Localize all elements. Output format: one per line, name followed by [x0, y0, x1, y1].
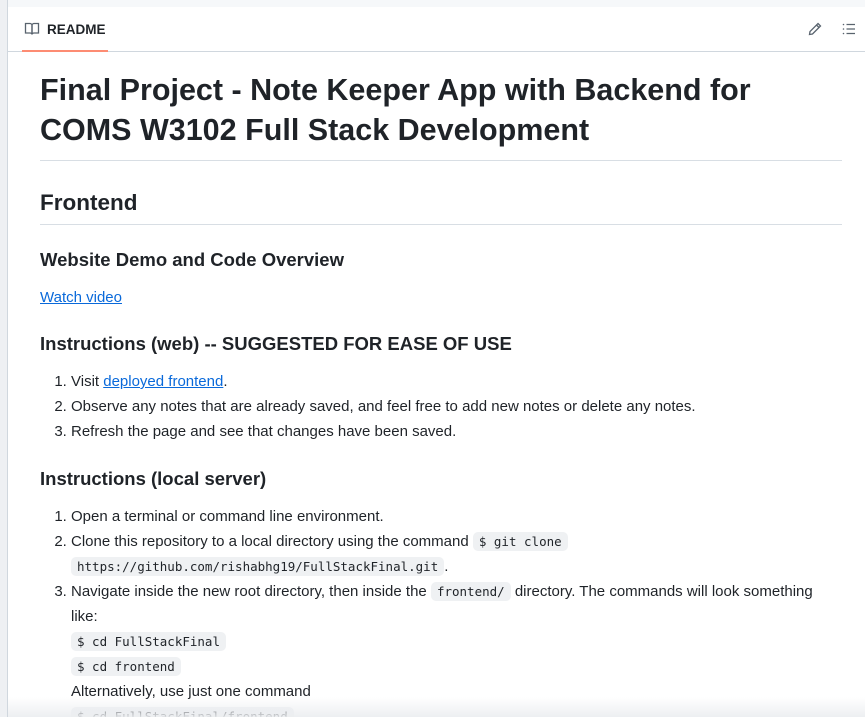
list-item: Navigate inside the new root directory, …	[71, 579, 842, 717]
left-gutter	[0, 0, 8, 717]
watch-video-paragraph: Watch video	[40, 287, 842, 309]
list-item: Open a terminal or command line environm…	[71, 504, 842, 529]
top-strip	[8, 0, 865, 7]
local-instructions-heading: Instructions (local server)	[40, 468, 267, 489]
frontend-heading: Frontend	[40, 188, 842, 225]
step-text: .	[223, 373, 228, 390]
inline-code: https://github.com/rishabhg19/FullStackF…	[71, 557, 445, 576]
step-text: .	[444, 558, 449, 575]
readme-viewer: README Final Project - Note Keeper App w…	[0, 0, 865, 717]
inline-code: frontend/	[430, 582, 511, 601]
local-steps-list: Open a terminal or command line environm…	[40, 504, 842, 717]
readme-tab-label: README	[47, 21, 106, 37]
inline-code: $ cd frontend	[71, 657, 181, 676]
step-text: Navigate inside the new root directory, …	[71, 583, 431, 600]
readme-tab[interactable]: README	[22, 7, 108, 52]
list-item: Refresh the page and see that changes ha…	[71, 419, 842, 444]
list-item: Observe any notes that are already saved…	[71, 394, 842, 419]
header-actions	[807, 7, 865, 51]
web-instructions-heading: Instructions (web) -- SUGGESTED FOR EASE…	[40, 333, 512, 354]
step-text: Visit	[71, 373, 104, 390]
web-steps-list: Visit deployed frontend. Observe any not…	[40, 369, 842, 444]
list-item: Visit deployed frontend.	[71, 369, 842, 394]
code-line: $ cd FullStackFinal	[71, 629, 842, 654]
page-title: Final Project - Note Keeper App with Bac…	[40, 70, 842, 161]
book-icon	[24, 22, 40, 35]
readme-content: Final Project - Note Keeper App with Bac…	[40, 70, 842, 717]
pencil-icon[interactable]	[807, 21, 823, 37]
deployed-frontend-link[interactable]: deployed frontend	[103, 373, 223, 390]
list-item: Clone this repository to a local directo…	[71, 529, 842, 579]
inline-code: $ cd FullStackFinal/frontend	[71, 707, 294, 717]
inline-code: $ git clone	[472, 532, 568, 551]
readme-header: README	[8, 7, 865, 52]
code-line: $ cd FullStackFinal/frontend	[71, 704, 842, 717]
demo-heading: Website Demo and Code Overview	[40, 249, 344, 270]
list-icon[interactable]	[841, 21, 857, 37]
watch-video-link[interactable]: Watch video	[40, 289, 122, 306]
alternative-text: Alternatively, use just one command	[71, 683, 311, 700]
inline-code: $ cd FullStackFinal	[71, 632, 226, 651]
code-line: $ cd frontend	[71, 654, 842, 679]
step-text: Clone this repository to a local directo…	[71, 533, 473, 550]
